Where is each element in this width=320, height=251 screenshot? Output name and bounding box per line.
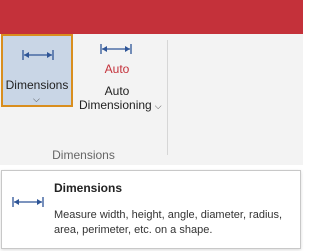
dimensions-button[interactable]: Dimensions ⌵ — [1, 34, 73, 107]
tooltip-title: Dimensions — [54, 181, 123, 195]
title-bar — [0, 0, 303, 34]
dimensions-button-label: Dimensions — [5, 78, 69, 92]
tooltip: Dimensions Measure width, height, angle,… — [1, 170, 301, 249]
auto-dimensioning-label-text: Dimensioning — [79, 98, 152, 112]
chevron-down-icon: ⌵ — [33, 94, 40, 104]
auto-dimensioning-button[interactable]: Auto Auto Dimensioning ⌵ — [78, 36, 162, 112]
group-separator — [167, 40, 168, 155]
dimension-arrow-icon — [100, 44, 132, 54]
dimension-arrow-icon — [22, 50, 54, 60]
chevron-down-icon: ⌵ — [154, 101, 162, 111]
tooltip-description: Measure width, height, angle, diameter, … — [54, 209, 283, 236]
auto-dimensioning-label-line1: Auto — [104, 84, 130, 98]
ribbon-group-label: Dimensions — [52, 148, 115, 162]
dimension-arrow-icon — [12, 197, 44, 207]
auto-dimensioning-label-line2: Dimensioning ⌵ — [78, 98, 162, 112]
auto-badge: Auto — [104, 62, 130, 76]
